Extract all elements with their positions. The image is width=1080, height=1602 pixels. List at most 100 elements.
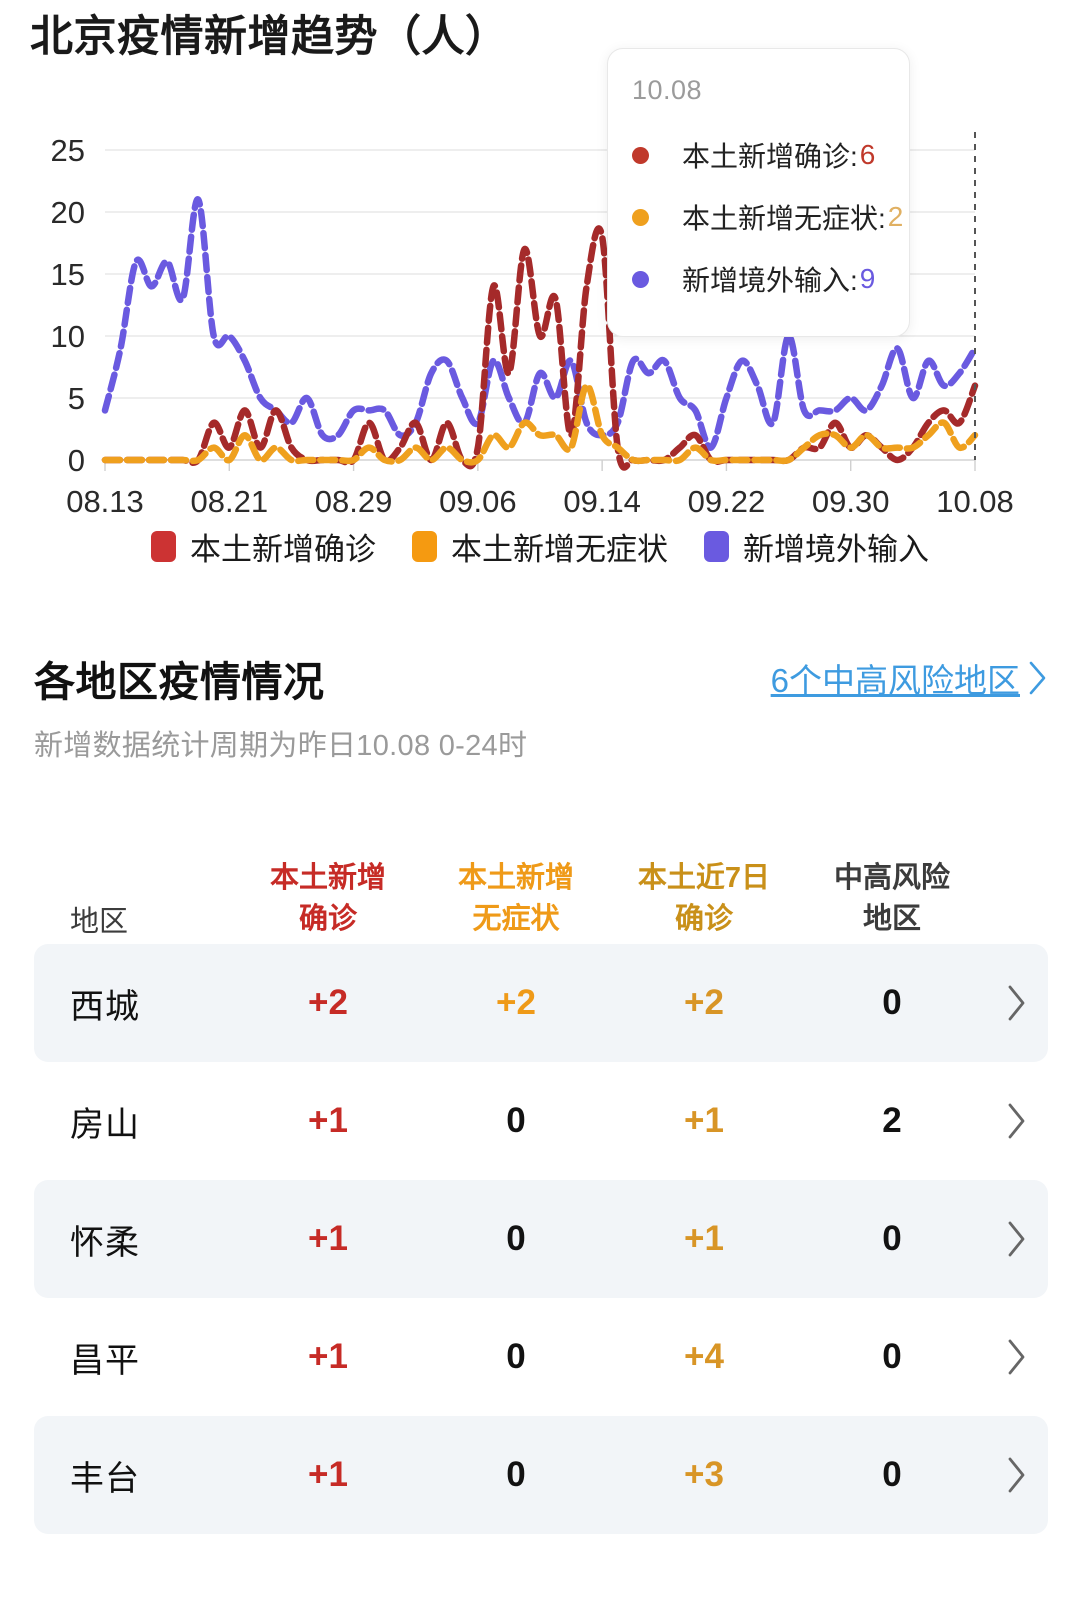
- column-header-new-asymptomatic: 本土新增 无症状: [422, 858, 610, 940]
- cell-confirmed-7d: +3: [610, 1455, 798, 1495]
- chart-tooltip: 10.08 本土新增确诊: 6 本土新增无症状: 2 新增境外输入: 9: [607, 48, 910, 337]
- table-row[interactable]: 房山 +1 0 +1 2: [34, 1062, 1048, 1180]
- cell-risk-areas-text: 0: [882, 1337, 901, 1377]
- cell-region: 丰台: [34, 1451, 234, 1500]
- legend-swatch-asymptomatic: [412, 531, 437, 562]
- cell-new-confirmed-text: +1: [308, 1219, 348, 1259]
- epidemic-dashboard-page: 北京疫情新增趋势（人） 051015202508.1308.2108.2909.…: [0, 0, 1080, 1602]
- cell-region: 昌平: [34, 1333, 234, 1382]
- cell-new-confirmed: +1: [234, 1219, 422, 1259]
- y-axis-tick-label: 20: [51, 195, 85, 230]
- cell-risk-areas-text: 0: [882, 1455, 901, 1495]
- cell-new-confirmed-text: +1: [308, 1337, 348, 1377]
- cell-risk-areas-text: 2: [882, 1101, 901, 1141]
- row-chevron[interactable]: [986, 1220, 1048, 1258]
- cell-region: 西城: [34, 979, 234, 1028]
- legend-label-asymptomatic: 本土新增无症状: [451, 524, 668, 569]
- x-axis-tick-label: 08.29: [315, 484, 393, 519]
- cell-new-asymptomatic-text: 0: [506, 1101, 525, 1141]
- tooltip-value-confirmed: 6: [860, 139, 876, 171]
- cell-risk-areas: 2: [798, 1101, 986, 1141]
- tooltip-value-imported: 9: [860, 263, 876, 295]
- region-section-title: 各地区疫情情况: [34, 648, 325, 708]
- cell-risk-areas: 0: [798, 1219, 986, 1259]
- cell-confirmed-7d: +1: [610, 1101, 798, 1141]
- x-axis-tick-label: 09.22: [688, 484, 766, 519]
- cell-region: 房山: [34, 1097, 234, 1146]
- cell-new-confirmed-text: +1: [308, 1455, 348, 1495]
- cell-confirmed-7d-text: +1: [684, 1219, 724, 1259]
- table-row[interactable]: 昌平 +1 0 +4 0: [34, 1298, 1048, 1416]
- region-section-subtitle: 新增数据统计周期为昨日10.08 0-24时: [34, 722, 527, 764]
- y-axis-tick-label: 25: [51, 133, 85, 168]
- cell-risk-areas-text: 0: [882, 983, 901, 1023]
- x-axis-tick-label: 09.14: [563, 484, 641, 519]
- column-header-region: 地区: [34, 898, 234, 940]
- legend-item-confirmed[interactable]: 本土新增确诊: [151, 524, 376, 569]
- cell-confirmed-7d-text: +2: [684, 983, 724, 1023]
- legend-item-imported[interactable]: 新增境外输入: [704, 524, 929, 569]
- y-axis-tick-label: 5: [68, 381, 85, 416]
- y-axis-tick-label: 10: [51, 319, 85, 354]
- tooltip-date: 10.08: [632, 75, 909, 106]
- cell-risk-areas-text: 0: [882, 1219, 901, 1259]
- row-chevron[interactable]: [986, 1102, 1048, 1140]
- cell-new-confirmed: +1: [234, 1455, 422, 1495]
- cell-new-confirmed: +2: [234, 983, 422, 1023]
- cell-new-asymptomatic: 0: [422, 1455, 610, 1495]
- chevron-right-icon: [1006, 984, 1028, 1022]
- cell-new-confirmed-text: +2: [308, 983, 348, 1023]
- x-axis-tick-label: 08.21: [190, 484, 268, 519]
- cell-new-confirmed-text: +1: [308, 1101, 348, 1141]
- cell-risk-areas: 0: [798, 1337, 986, 1377]
- trend-chart[interactable]: 051015202508.1308.2108.2909.0609.1409.22…: [0, 120, 1080, 530]
- region-table: 地区 本土新增 确诊 本土新增 无症状 本土近7日 确诊 中高风险 地区 西城+…: [34, 818, 1048, 1534]
- tooltip-dot-asymptomatic: [632, 209, 649, 226]
- cell-region-text: 丰台: [70, 1451, 140, 1500]
- x-axis-tick-label: 09.06: [439, 484, 517, 519]
- chart-title: 北京疫情新增趋势（人）: [30, 2, 509, 64]
- cell-new-asymptomatic-text: 0: [506, 1337, 525, 1377]
- tooltip-label-asymptomatic: 本土新增无症状:: [682, 197, 886, 237]
- row-chevron[interactable]: [986, 1456, 1048, 1494]
- x-axis-tick-label: 08.13: [66, 484, 144, 519]
- legend-swatch-imported: [704, 531, 729, 562]
- cell-confirmed-7d: +4: [610, 1337, 798, 1377]
- cell-confirmed-7d-text: +4: [684, 1337, 724, 1377]
- column-header-new-confirmed: 本土新增 确诊: [234, 858, 422, 940]
- y-axis-tick-label: 15: [51, 257, 85, 292]
- cell-new-asymptomatic: 0: [422, 1219, 610, 1259]
- chevron-right-icon: [1028, 661, 1048, 695]
- table-row[interactable]: 怀柔 +1 0 +1 0: [34, 1180, 1048, 1298]
- cell-region-text: 房山: [70, 1097, 140, 1146]
- tooltip-dot-confirmed: [632, 147, 649, 164]
- x-axis-tick-label: 10.08: [936, 484, 1014, 519]
- legend-label-imported: 新增境外输入: [743, 524, 929, 569]
- tooltip-label-confirmed: 本土新增确诊:: [682, 135, 858, 175]
- cell-new-asymptomatic: +2: [422, 983, 610, 1023]
- cell-confirmed-7d-text: +1: [684, 1101, 724, 1141]
- table-row[interactable]: 西城 +2 +2 +2 0: [34, 944, 1048, 1062]
- row-chevron[interactable]: [986, 1338, 1048, 1376]
- cell-region-text: 西城: [70, 979, 140, 1028]
- cell-region: 怀柔: [34, 1215, 234, 1264]
- cell-region-text: 昌平: [70, 1333, 140, 1382]
- column-header-confirmed-7d: 本土近7日 确诊: [610, 858, 798, 940]
- row-chevron[interactable]: [986, 984, 1048, 1022]
- region-section-header: 各地区疫情情况 6个中高风险地区: [0, 648, 1080, 708]
- tooltip-row: 本土新增无症状: 2: [632, 186, 909, 248]
- cell-new-asymptomatic-text: 0: [506, 1219, 525, 1259]
- risk-areas-link[interactable]: 6个中高风险地区: [771, 654, 1048, 702]
- legend-item-asymptomatic[interactable]: 本土新增无症状: [412, 524, 668, 569]
- tooltip-row: 本土新增确诊: 6: [632, 124, 909, 186]
- cell-new-confirmed: +1: [234, 1101, 422, 1141]
- cell-new-confirmed: +1: [234, 1337, 422, 1377]
- chevron-right-icon: [1006, 1220, 1028, 1258]
- tooltip-value-asymptomatic: 2: [888, 201, 904, 233]
- cell-risk-areas: 0: [798, 983, 986, 1023]
- table-row[interactable]: 丰台+10+30: [34, 1416, 1048, 1534]
- cell-new-asymptomatic: 0: [422, 1101, 610, 1141]
- trend-chart-svg: 051015202508.1308.2108.2909.0609.1409.22…: [0, 120, 1080, 530]
- cell-confirmed-7d: +2: [610, 983, 798, 1023]
- tooltip-dot-imported: [632, 271, 649, 288]
